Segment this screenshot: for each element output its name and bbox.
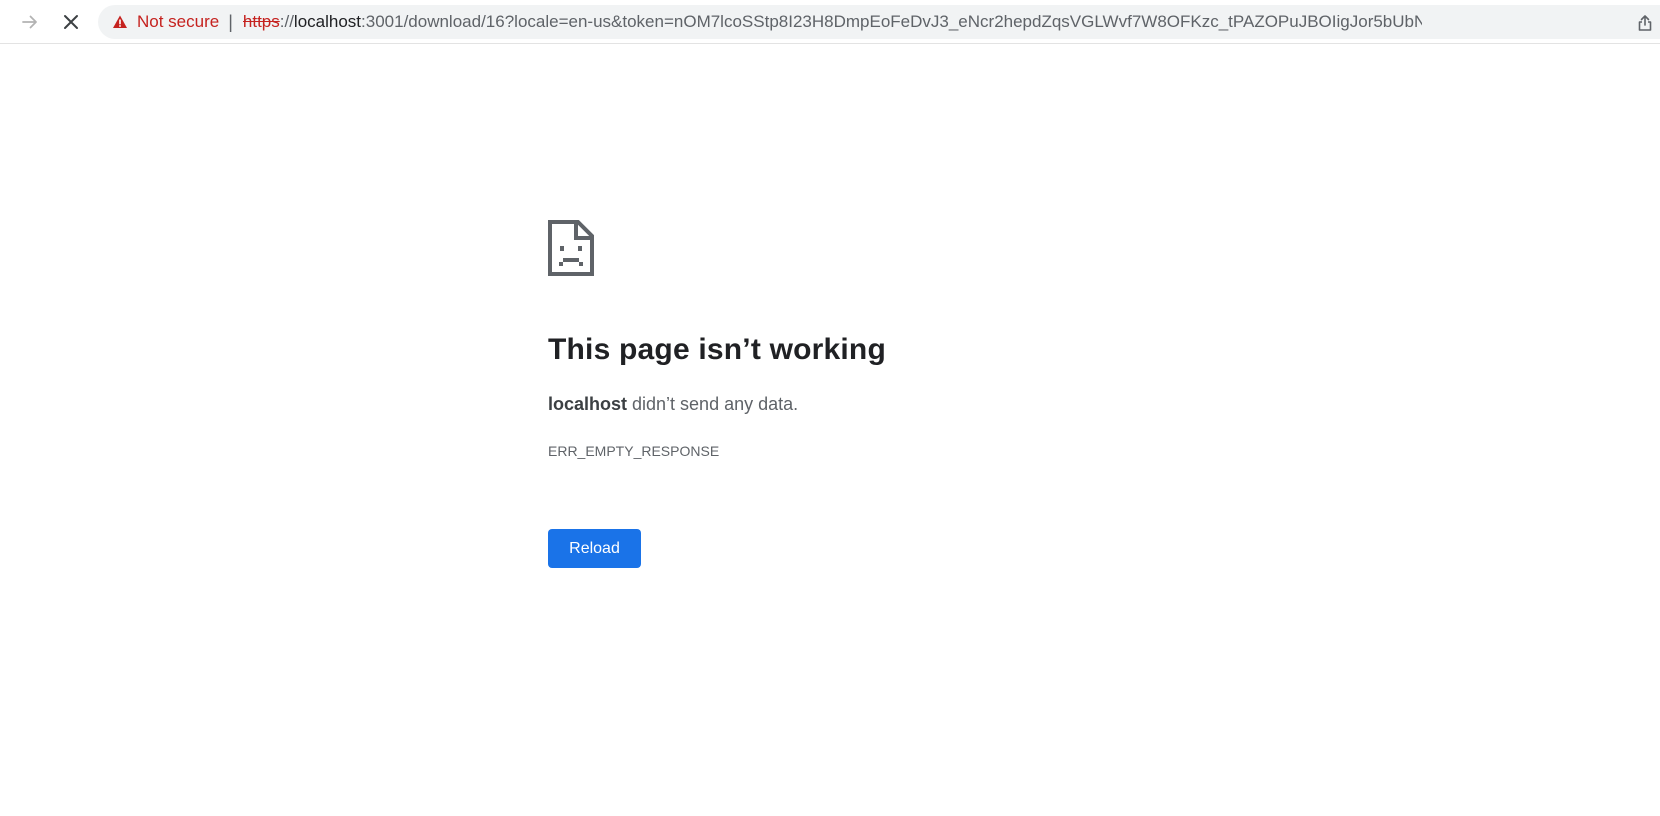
close-icon (64, 15, 78, 29)
warning-triangle-icon[interactable] (112, 14, 128, 30)
url-text[interactable]: https://localhost:3001/download/16?local… (243, 12, 1422, 32)
error-code: ERR_EMPTY_RESPONSE (548, 443, 720, 459)
reload-button[interactable]: Reload (548, 529, 641, 568)
security-status-label[interactable]: Not secure (137, 12, 219, 32)
url-path: :3001/download/16?locale=en-us&token=nOM… (361, 12, 1422, 31)
sad-document-icon (548, 220, 594, 276)
url-host: localhost (293, 12, 362, 31)
error-title: This page isn’t working (548, 333, 886, 366)
share-icon[interactable] (1636, 14, 1654, 32)
stop-loading-button[interactable] (55, 6, 87, 38)
address-separator: | (228, 11, 233, 32)
error-host: localhost (548, 394, 628, 414)
error-message: didn’t send any data. (627, 394, 799, 414)
browser-toolbar: Not secure | https://localhost:3001/down… (0, 0, 1660, 44)
address-bar[interactable]: Not secure | https://localhost:3001/down… (98, 5, 1660, 39)
forward-button[interactable] (14, 6, 46, 38)
url-scheme-separator: :// (279, 12, 294, 31)
arrow-forward-icon (22, 15, 37, 29)
url-scheme: https (242, 12, 280, 31)
error-description: localhost didn’t send any data. (548, 394, 798, 415)
address-bar-content: Not secure | https://localhost:3001/down… (112, 12, 1422, 33)
